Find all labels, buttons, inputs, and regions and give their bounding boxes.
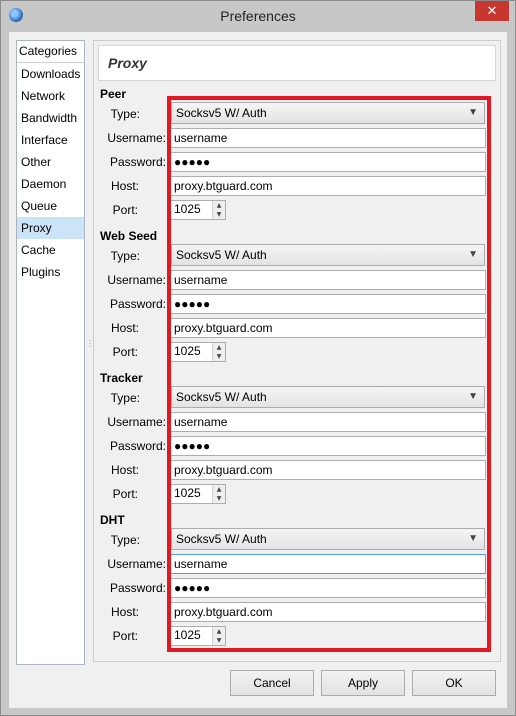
tracker-type-value: Socksv5 W/ Auth bbox=[176, 390, 267, 404]
webseed-password-field[interactable]: ●●●●● bbox=[170, 294, 486, 314]
peer-password-field[interactable]: ●●●●● bbox=[170, 152, 486, 172]
proxy-panel: Proxy Peer Type: Socksv5 W/ Auth ▼ Userna… bbox=[93, 40, 501, 662]
spin-down-icon[interactable]: ▼ bbox=[213, 636, 225, 645]
apply-button[interactable]: Apply bbox=[321, 670, 405, 696]
preferences-window: Preferences ✕ Categories Downloads Netwo… bbox=[0, 0, 516, 716]
label-password: Password: bbox=[109, 155, 166, 169]
close-button[interactable]: ✕ bbox=[475, 1, 509, 21]
sidebar-item-downloads[interactable]: Downloads bbox=[17, 63, 84, 85]
dht-username-field[interactable]: username bbox=[170, 554, 486, 574]
label-port: Port: bbox=[112, 203, 138, 217]
dialog-body: Categories Downloads Network Bandwidth I… bbox=[9, 32, 507, 708]
label-port: Port: bbox=[112, 345, 138, 359]
label-host: Host: bbox=[110, 463, 139, 477]
label-host: Host: bbox=[110, 605, 139, 619]
tracker-username-field[interactable]: username bbox=[170, 412, 486, 432]
label-password: Password: bbox=[109, 581, 166, 595]
peer-type-select[interactable]: Socksv5 W/ Auth ▼ bbox=[171, 102, 485, 124]
section-title-peer: Peer bbox=[100, 87, 127, 101]
peer-type-value: Socksv5 W/ Auth bbox=[176, 106, 267, 120]
label-username: Username: bbox=[107, 131, 166, 145]
label-type: Type: bbox=[110, 107, 140, 121]
peer-port-spinbox[interactable]: 1025 ▲ ▼ bbox=[170, 200, 226, 220]
label-password: Password: bbox=[109, 439, 166, 453]
webseed-host-field[interactable]: proxy.btguard.com bbox=[170, 318, 486, 338]
section-title-tracker: Tracker bbox=[100, 371, 143, 385]
section-title-dht: DHT bbox=[100, 513, 125, 527]
webseed-username-field[interactable]: username bbox=[170, 270, 486, 290]
spin-down-icon[interactable]: ▼ bbox=[213, 352, 225, 361]
spin-down-icon[interactable]: ▼ bbox=[213, 210, 225, 219]
label-type: Type: bbox=[110, 249, 140, 263]
panel-header: Proxy bbox=[98, 45, 496, 81]
webseed-type-select[interactable]: Socksv5 W/ Auth ▼ bbox=[171, 244, 485, 266]
cancel-button[interactable]: Cancel bbox=[230, 670, 314, 696]
peer-username-field[interactable]: username bbox=[170, 128, 486, 148]
spin-down-icon[interactable]: ▼ bbox=[213, 494, 225, 503]
spin-buttons: ▲ ▼ bbox=[212, 485, 225, 503]
label-type: Type: bbox=[110, 533, 140, 547]
spin-buttons: ▲ ▼ bbox=[212, 343, 225, 361]
dht-type-value: Socksv5 W/ Auth bbox=[176, 532, 267, 546]
dht-password-field[interactable]: ●●●●● bbox=[170, 578, 486, 598]
sidebar-item-interface[interactable]: Interface bbox=[17, 129, 84, 151]
ok-button[interactable]: OK bbox=[412, 670, 496, 696]
label-port: Port: bbox=[112, 487, 138, 501]
categories-header[interactable]: Categories bbox=[17, 41, 84, 63]
chevron-down-icon: ▼ bbox=[468, 391, 478, 402]
section-title-web-seed: Web Seed bbox=[100, 229, 158, 243]
sidebar-item-proxy[interactable]: Proxy bbox=[17, 217, 84, 239]
sidebar-item-plugins[interactable]: Plugins bbox=[17, 261, 84, 283]
label-port: Port: bbox=[112, 629, 138, 643]
peer-port-value: 1025 bbox=[174, 202, 201, 216]
chevron-down-icon: ▼ bbox=[468, 533, 478, 544]
window-title: Preferences bbox=[220, 8, 296, 24]
chevron-down-icon: ▼ bbox=[468, 107, 478, 118]
spin-buttons: ▲ ▼ bbox=[212, 201, 225, 219]
title-bar: Preferences ✕ bbox=[1, 1, 515, 31]
label-username: Username: bbox=[107, 415, 166, 429]
label-username: Username: bbox=[107, 557, 166, 571]
spin-buttons: ▲ ▼ bbox=[212, 627, 225, 645]
tracker-port-value: 1025 bbox=[174, 486, 201, 500]
label-password: Password: bbox=[109, 297, 166, 311]
peer-host-field[interactable]: proxy.btguard.com bbox=[170, 176, 486, 196]
dht-port-spinbox[interactable]: 1025 ▲ ▼ bbox=[170, 626, 226, 646]
chevron-down-icon: ▼ bbox=[468, 249, 478, 260]
tracker-password-field[interactable]: ●●●●● bbox=[170, 436, 486, 456]
dht-port-value: 1025 bbox=[174, 628, 201, 642]
spin-up-icon[interactable]: ▲ bbox=[213, 627, 225, 636]
spin-up-icon[interactable]: ▲ bbox=[213, 485, 225, 494]
spin-up-icon[interactable]: ▲ bbox=[213, 201, 225, 210]
tracker-type-select[interactable]: Socksv5 W/ Auth ▼ bbox=[171, 386, 485, 408]
label-host: Host: bbox=[110, 179, 139, 193]
dht-type-select[interactable]: Socksv5 W/ Auth ▼ bbox=[171, 528, 485, 550]
label-type: Type: bbox=[110, 391, 140, 405]
spin-up-icon[interactable]: ▲ bbox=[213, 343, 225, 352]
webseed-port-value: 1025 bbox=[174, 344, 201, 358]
label-host: Host: bbox=[110, 321, 139, 335]
tracker-host-field[interactable]: proxy.btguard.com bbox=[170, 460, 486, 480]
tracker-port-spinbox[interactable]: 1025 ▲ ▼ bbox=[170, 484, 226, 504]
dht-host-field[interactable]: proxy.btguard.com bbox=[170, 602, 486, 622]
sidebar-item-other[interactable]: Other bbox=[17, 151, 84, 173]
panel-title: Proxy bbox=[108, 55, 147, 71]
label-username: Username: bbox=[107, 273, 166, 287]
webseed-port-spinbox[interactable]: 1025 ▲ ▼ bbox=[170, 342, 226, 362]
sidebar-item-network[interactable]: Network bbox=[17, 85, 84, 107]
webseed-type-value: Socksv5 W/ Auth bbox=[176, 248, 267, 262]
